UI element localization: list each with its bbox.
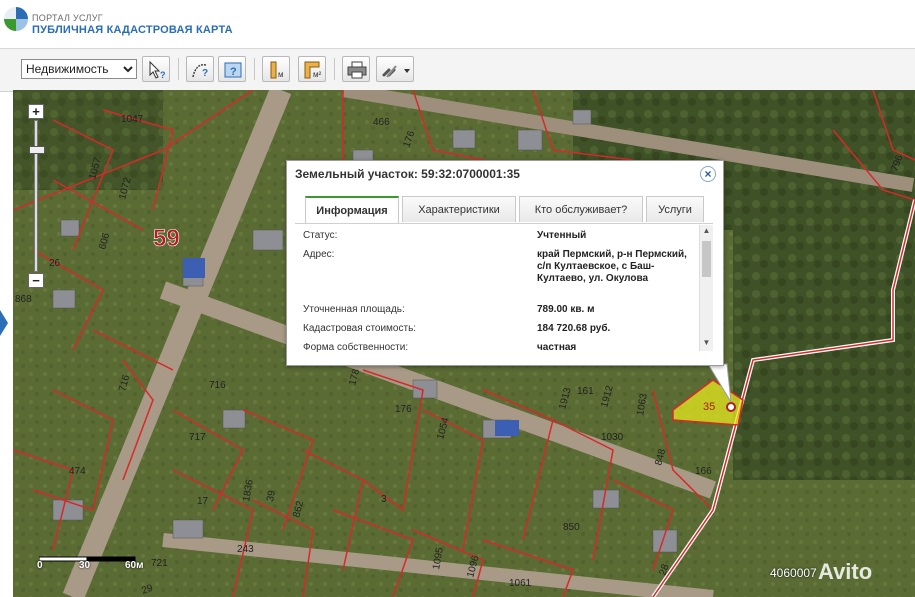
parcel-label: 1047 [121,114,144,125]
map-toolbar: Недвижимость ? ? ? м м² [0,48,915,92]
selected-parcel-marker-icon[interactable] [726,402,736,412]
svg-text:м: м [278,70,284,79]
svg-text:?: ? [230,66,237,78]
info-tab-content: Статус: Учтенный Адрес: край Пермский, р… [295,223,713,352]
zoom-out-button[interactable]: − [28,273,44,288]
rosreestr-logo-icon [4,7,28,31]
chain-link-icon [382,65,410,78]
side-panel-toggle[interactable] [0,310,8,336]
parcel-label: 1061 [509,578,532,589]
status-value: Учтенный [537,230,587,241]
svg-text:м²: м² [313,70,322,79]
area-value: 789.00 кв. м [537,304,595,315]
parcel-label: 17 [197,496,209,507]
portal-title-main[interactable]: ПУБЛИЧНАЯ КАДАСТРОВАЯ КАРТА [32,24,233,36]
portal-header: ПОРТАЛ УСЛУГ ПУБЛИЧНАЯ КАДАСТРОВАЯ КАРТА [0,0,915,48]
ruler-length-icon: м [270,61,284,79]
ruler-area-icon: м² [304,61,322,79]
parcel-label: 3 [381,494,387,505]
printer-icon [347,61,367,79]
popup-title: Земельный участок: 59:32:0700001:35 [295,167,520,181]
parcel-info-popup: Земельный участок: 59:32:0700001:35 × Ин… [286,160,724,366]
parcel-label: 466 [373,117,390,128]
parcel-label: 850 [563,522,580,533]
zoom-in-button[interactable]: + [28,104,44,119]
blue-roof [183,258,205,278]
tab-who-serves[interactable]: Кто обслуживает? [519,196,643,222]
portal-title-top: ПОРТАЛ УСЛУГ [32,13,103,23]
area-label: Уточненная площадь: [303,304,405,315]
tab-information[interactable]: Информация [305,196,399,224]
layer-select[interactable]: Недвижимость [21,59,137,79]
measure-length-button[interactable]: м [262,56,290,82]
toolbar-separator [178,58,179,80]
help-map-icon: ? [224,62,242,78]
scroll-up-icon[interactable]: ▲ [700,225,713,237]
blue-roof [495,420,519,436]
help-button[interactable]: ? [218,56,246,82]
cadastral-cost-value: 184 720.68 руб. [537,323,611,334]
identify-button[interactable]: ? [186,56,214,82]
parcel-label: 716 [209,380,226,391]
print-button[interactable] [342,56,370,82]
parcel-label: 176 [395,404,412,415]
scale-label: 60м [125,560,144,571]
status-label: Статус: [303,230,338,241]
toolbar-separator [334,58,335,80]
parcel-label: 166 [695,466,712,477]
parcel-label: 717 [189,432,206,443]
parcel-label: 868 [15,294,32,305]
svg-text:?: ? [202,68,208,79]
bottom-number: 4060007 [770,566,817,580]
close-icon[interactable]: × [700,166,716,182]
tab-services[interactable]: Услуги [646,196,704,222]
region-label: 59 [153,225,180,252]
zoom-slider-handle[interactable] [29,146,45,154]
zoom-control: + − [28,104,46,290]
selected-parcel-label: 35 [703,401,715,413]
ownership-value: частная [537,342,577,352]
ownership-label: Форма собственности: [303,342,409,352]
scale-label: 0 [37,560,43,571]
scroll-down-icon[interactable]: ▼ [700,337,713,349]
parcel-label: 161 [577,386,594,397]
curve-question-icon: ? [192,64,208,79]
cadastral-cost-label: Кадастровая стоимость: [303,323,417,334]
parcel-label: 26 [49,258,61,269]
tab-characteristics[interactable]: Характеристики [402,196,516,222]
info-scrollbar[interactable]: ▲ ▼ [699,225,713,351]
parcel-label: 1030 [601,432,624,443]
zoom-slider[interactable] [34,120,38,272]
parcel-label: 474 [69,466,86,477]
toolbar-separator [254,58,255,80]
avito-watermark: Avito [818,559,873,584]
scale-label: 30 [79,560,91,571]
scale-bar: 0 30 60м [37,550,144,571]
measure-area-button[interactable]: м² [298,56,326,82]
parcel-label: 243 [237,544,254,555]
scrollbar-thumb[interactable] [702,241,711,277]
svg-text:?: ? [160,70,166,80]
link-button[interactable] [376,56,414,82]
cursor-question-icon: ? [149,60,166,80]
select-info-button[interactable]: ? [142,56,170,82]
address-value: край Пермский, р-н Пермский, с/п Култаев… [537,249,687,284]
parcel-label: 721 [151,558,168,569]
chevron-down-icon [404,69,410,73]
address-label: Адрес: [303,249,335,260]
